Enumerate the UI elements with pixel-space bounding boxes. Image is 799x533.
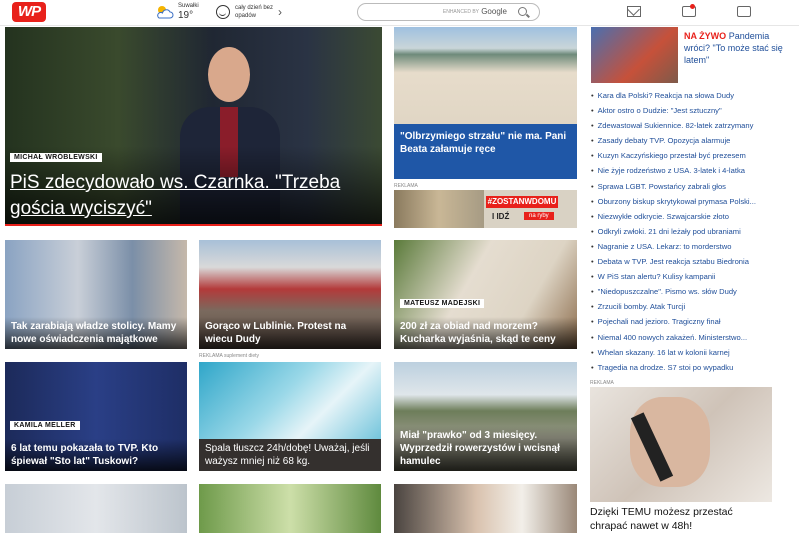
article-card[interactable]: Tak zarabiają władze stolicy. Mamy nowe … — [5, 240, 187, 349]
ad-label: REKLAMA — [394, 183, 418, 189]
article-card[interactable] — [5, 484, 187, 533]
chevron-right-icon[interactable]: › — [278, 5, 282, 19]
list-item[interactable]: Zasady debaty TVP. Opozycja alarmuje — [591, 133, 786, 148]
list-item[interactable]: Debata w TVP. Jest reakcja sztabu Biedro… — [591, 254, 786, 269]
article-author[interactable]: MATEUSZ MADEJSKI — [400, 299, 485, 308]
list-item[interactable]: Aktor ostro o Dudzie: "Jest sztuczny" — [591, 103, 786, 118]
mail-icon[interactable] — [627, 6, 641, 17]
list-item[interactable]: Sprawa LGBT. Powstańcy zabrali głos — [591, 179, 786, 194]
article-card[interactable] — [394, 484, 577, 533]
list-item[interactable]: Kara dla Polski? Reakcja na słowa Dudy — [591, 88, 786, 103]
beach-caption[interactable]: "Olbrzymiego strzału" nie ma. Pani Beata… — [394, 124, 577, 179]
search-powered-label: ENHANCED BY — [442, 9, 479, 15]
list-item[interactable]: Niezwykłe odkrycie. Szwajcarskie złoto — [591, 209, 786, 224]
article-caption[interactable]: Tak zarabiają władze stolicy. Mamy nowe … — [5, 317, 187, 349]
list-item[interactable]: Nagranie z USA. Lekarz: to morderstwo — [591, 239, 786, 254]
article-author[interactable]: KAMILA MELLER — [10, 421, 80, 430]
weather-city[interactable]: Suwałki — [178, 3, 199, 9]
weather-sun-cloud-icon[interactable] — [154, 4, 174, 20]
search-icon[interactable] — [518, 7, 527, 16]
right-ad-caption[interactable]: Dzięki TEMU możesz przestać chrapać nawe… — [590, 505, 772, 533]
weather-temperature[interactable]: 19° — [178, 10, 193, 21]
smile-icon — [216, 5, 230, 19]
right-ad[interactable] — [590, 387, 772, 502]
right-ad-label: REKLAMA — [590, 380, 614, 386]
ad-article-card[interactable]: Spala tłuszcz 24h/dobę! Uważaj, jeśli wa… — [199, 362, 381, 471]
article-caption[interactable]: Spala tłuszcz 24h/dobę! Uważaj, jeśli wa… — [199, 439, 381, 471]
list-item[interactable]: "Niedopuszczalne". Pismo ws. słów Dudy — [591, 284, 786, 299]
list-item[interactable]: Oburzony biskup skrytykował prymasa Pols… — [591, 194, 786, 209]
article-caption[interactable]: 6 lat temu pokazała to TVP. Kto śpiewał … — [5, 439, 187, 471]
list-item[interactable]: Zrzucili bomby. Atak Turcji — [591, 299, 786, 314]
list-item[interactable]: Niemal 400 nowych zakażeń. Ministerstwo.… — [591, 330, 786, 345]
article-caption[interactable]: 200 zł za obiad nad morzem? Kucharka wyj… — [394, 317, 577, 349]
ad-hashtag: #ZOSTANWDOMU — [486, 196, 558, 208]
list-item[interactable]: Odkryli zwłoki. 21 dni leżały pod ubrani… — [591, 224, 786, 239]
live-thumbnail[interactable] — [591, 27, 678, 83]
article-card[interactable]: 200 zł za obiad nad morzem? Kucharka wyj… — [394, 240, 577, 349]
list-item[interactable]: Zdewastował Sukiennice. 82-latek zatrzym… — [591, 118, 786, 133]
live-headline[interactable]: NA ŻYWO Pandemia wróci? "To może stać si… — [684, 30, 784, 66]
news-list: Kara dla Polski? Reakcja na słowa Dudy A… — [591, 88, 786, 375]
wp-logo[interactable]: WP — [12, 2, 46, 22]
live-label: NA ŻYWO — [684, 31, 727, 41]
list-item[interactable]: Pojechali nad jezioro. Tragiczny finał — [591, 314, 786, 329]
list-item[interactable]: Tragedia na drodze. S7 stoi po wypadku — [591, 360, 786, 375]
list-item[interactable]: W PiS stan alertu? Kulisy kampanii — [591, 269, 786, 284]
article-card[interactable]: Miał "prawko" od 3 miesięcy. Wyprzedził … — [394, 362, 577, 471]
article-caption[interactable]: Miał "prawko" od 3 miesięcy. Wyprzedził … — [394, 426, 577, 471]
list-item[interactable]: Whelan skazany. 16 lat w kolonii karnej — [591, 345, 786, 360]
article-card[interactable]: Gorąco w Lublinie. Protest na wiecu Dudy — [199, 240, 381, 349]
hero-title[interactable]: PiS zdecydowało ws. Czarnka. "Trzeba goś… — [10, 170, 370, 222]
ad-label: REKLAMA suplement diety — [199, 353, 260, 359]
list-item[interactable]: Nie żyje rodzeństwo z USA. 3-latek i 4-l… — [591, 163, 786, 178]
weather-description: cały dzień bez opadów — [235, 5, 274, 19]
article-caption[interactable]: Gorąco w Lublinie. Protest na wiecu Dudy — [199, 317, 381, 349]
tv-icon[interactable] — [737, 6, 751, 17]
top-bar: WP Suwałki 19° cały dzień bez opadów › E… — [0, 0, 799, 26]
search-input[interactable]: ENHANCED BY Google — [357, 3, 540, 21]
ad-cta[interactable]: na ryby — [524, 212, 554, 220]
search-engine-label: Google — [481, 7, 507, 16]
hero-author[interactable]: MICHAŁ WRÓBLEWSKI — [10, 153, 102, 162]
article-card[interactable] — [199, 484, 381, 533]
list-item[interactable]: Kuzyn Kaczyńskiego przestał być prezesem — [591, 148, 786, 163]
notification-dot — [690, 4, 695, 9]
article-card[interactable]: 6 lat temu pokazała to TVP. Kto śpiewał … — [5, 362, 187, 471]
ad-text: I IDŹ — [492, 212, 510, 221]
ad-banner[interactable]: #ZOSTANWDOMU I IDŹ na ryby — [394, 190, 577, 228]
